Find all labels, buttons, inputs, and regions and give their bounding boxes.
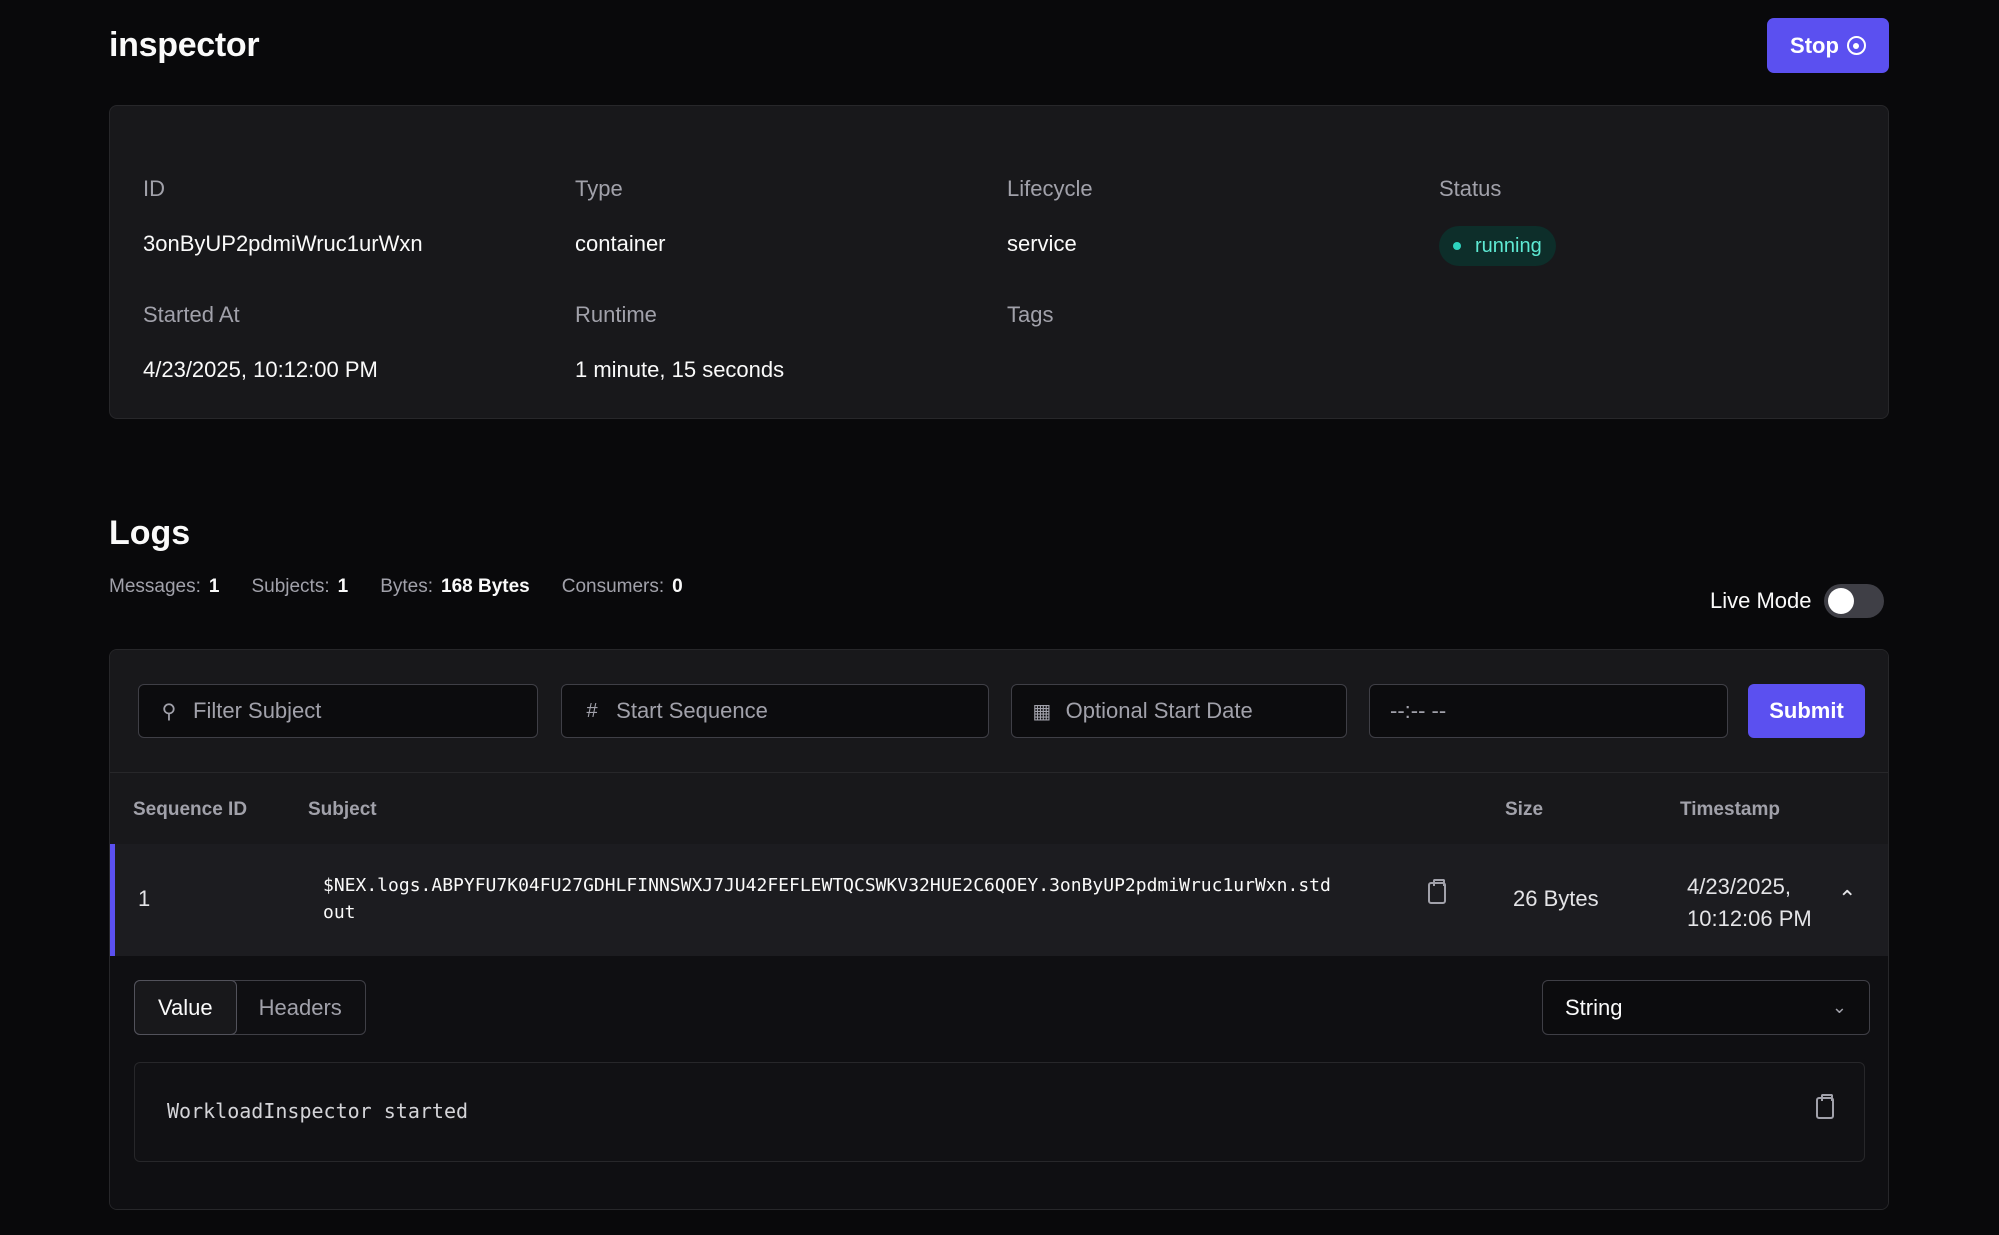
tab-headers[interactable]: Headers (236, 981, 365, 1034)
status-badge: running (1439, 226, 1556, 266)
stat-consumers: Consumers: 0 (561, 576, 683, 597)
message-value: WorkloadInspector started (167, 1099, 469, 1123)
stop-circle-icon (1846, 36, 1866, 55)
lifecycle-value: service (1007, 231, 1077, 256)
start-date-input[interactable] (1065, 698, 1346, 724)
stop-button[interactable]: Stop (1767, 18, 1889, 73)
stop-button-label: Stop (1790, 32, 1839, 58)
copy-subject-icon[interactable] (1428, 879, 1446, 904)
stat-subjects: Subjects: 1 (251, 576, 349, 597)
submit-button[interactable]: Submit (1748, 684, 1865, 738)
hash-icon: # (586, 699, 598, 722)
workload-info-card: ID 3onByUP2pdmiWruc1urWxn Type container… (109, 105, 1889, 419)
col-sequence-id: Sequence ID (133, 799, 248, 820)
tags-label: Tags (1007, 302, 1054, 327)
filter-subject-input[interactable] (193, 698, 537, 724)
table-header: Sequence ID Subject Size Timestamp (110, 772, 1888, 844)
type-label: Type (575, 176, 623, 201)
runtime-label: Runtime (575, 302, 657, 327)
row-sequence: 1 (138, 886, 151, 911)
logs-title: Logs (109, 514, 191, 552)
col-timestamp: Timestamp (1680, 799, 1780, 820)
detail-tabs: Value Headers (134, 980, 366, 1035)
filter-subject-field[interactable]: ⚲ (138, 684, 538, 738)
col-size: Size (1505, 799, 1544, 820)
status-value: running (1475, 234, 1542, 257)
format-select[interactable]: String ⌄ (1542, 980, 1870, 1035)
live-mode-control: Live Mode (1710, 584, 1884, 618)
start-sequence-field[interactable]: # (561, 684, 989, 738)
table-row[interactable]: 1 $NEX.logs.ABPYFU7K04FU27GDHLFINNSWXJ7J… (110, 844, 1888, 956)
status-label: Status (1439, 176, 1502, 201)
started-at-label: Started At (143, 302, 240, 327)
row-size: 26 Bytes (1513, 886, 1599, 911)
tab-value[interactable]: Value (134, 980, 237, 1035)
start-time-field[interactable]: --:-- -- (1369, 684, 1728, 738)
message-detail: Value Headers String ⌄ WorkloadInspector… (110, 956, 1888, 1209)
lifecycle-label: Lifecycle (1007, 176, 1093, 201)
format-select-value: String (1565, 994, 1623, 1020)
search-icon: ⚲ (161, 700, 177, 723)
live-mode-label: Live Mode (1710, 588, 1812, 613)
id-value: 3onByUP2pdmiWruc1urWxn (143, 231, 423, 256)
live-mode-toggle[interactable] (1823, 584, 1884, 618)
logs-panel: ⚲ # ▦ --:-- -- Submit Sequence ID Subjec… (109, 649, 1889, 1210)
start-date-field[interactable]: ▦ (1011, 684, 1347, 738)
id-label: ID (143, 176, 165, 201)
start-sequence-input[interactable] (616, 698, 988, 724)
page-title: inspector (109, 26, 260, 64)
status-dot-icon (1453, 242, 1461, 250)
type-value: container (575, 231, 666, 256)
filter-bar: ⚲ # ▦ --:-- -- Submit (110, 650, 1888, 772)
start-time-value: --:-- -- (1390, 698, 1447, 723)
started-at-value: 4/23/2025, 10:12:00 PM (143, 357, 378, 382)
copy-value-icon[interactable] (1816, 1094, 1834, 1119)
message-value-box: WorkloadInspector started (134, 1062, 1865, 1162)
runtime-value: 1 minute, 15 seconds (575, 357, 785, 382)
collapse-row-chevron-up-icon[interactable]: ⌃ (1838, 886, 1856, 912)
stat-messages: Messages: 1 (109, 576, 220, 597)
page: inspector Stop ID 3onByUP2pdmiWruc1urWxn… (0, 0, 1999, 1235)
chevron-down-icon: ⌄ (1831, 997, 1847, 1017)
row-timestamp: 4/23/2025, 10:12:06 PM (1687, 874, 1812, 931)
stat-bytes: Bytes: 168 Bytes (380, 576, 530, 597)
calendar-icon: ▦ (1032, 700, 1052, 723)
row-subject: $NEX.logs.ABPYFU7K04FU27GDHLFINNSWXJ7JU4… (323, 875, 1331, 923)
col-subject: Subject (308, 799, 377, 820)
logs-stats: Messages: 1 Subjects: 1 Bytes: 168 Bytes Co… (109, 576, 683, 598)
